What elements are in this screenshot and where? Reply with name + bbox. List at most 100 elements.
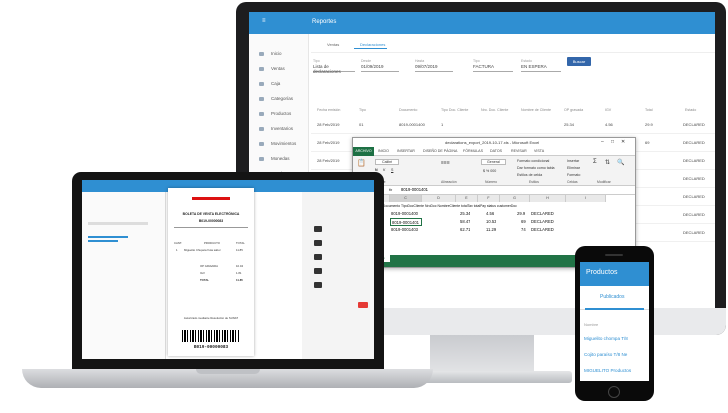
doc-type-select[interactable]: FACTURA: [473, 64, 513, 72]
barcode: [182, 330, 240, 342]
cell-g3[interactable]: 69: [521, 218, 526, 226]
share-icon[interactable]: [314, 254, 322, 260]
type-select[interactable]: Lista de declaraciones: [313, 64, 355, 74]
col-header-d[interactable]: D: [422, 195, 456, 202]
cell-e4[interactable]: 62.71: [460, 226, 470, 234]
company-logo: [192, 197, 230, 200]
conditional-format-button[interactable]: Formato condicional: [517, 159, 549, 163]
search-field[interactable]: [88, 222, 148, 225]
cell-status: DECLARED: [683, 176, 705, 181]
to-date-field[interactable]: 09/07/2019: [415, 64, 453, 72]
cell-h4[interactable]: DECLARED: [531, 226, 554, 234]
cell-styles-button[interactable]: Estilos de celda: [517, 173, 542, 177]
action-button[interactable]: [358, 302, 368, 308]
tab-insertar[interactable]: INSERTAR: [397, 149, 415, 153]
list-item[interactable]: MIGUELITO Productos: [584, 368, 631, 373]
print-icon[interactable]: [314, 226, 322, 232]
col-header-g[interactable]: G: [500, 195, 530, 202]
cell-f2[interactable]: 4.56: [486, 210, 494, 218]
paste-icon[interactable]: 📋: [357, 159, 366, 167]
sidebar-item-movimientos[interactable]: Movimientos: [271, 141, 296, 146]
tab-publicados[interactable]: Publicados: [600, 294, 624, 300]
tab-diseno[interactable]: DISEÑO DE PÁGINA: [423, 149, 457, 153]
cell-e3[interactable]: 58.47: [460, 218, 470, 226]
maximize-icon[interactable]: □: [611, 139, 614, 145]
menu-icon[interactable]: ≡: [262, 18, 266, 24]
col-header-e[interactable]: E: [456, 195, 478, 202]
cell-f4[interactable]: 11.29: [486, 226, 496, 234]
minimize-icon[interactable]: –: [601, 139, 604, 145]
search-button[interactable]: Buscar: [567, 57, 591, 66]
number-format-select[interactable]: General: [481, 159, 506, 165]
cell-status: DECLARED: [683, 122, 705, 127]
format-button[interactable]: Formato: [567, 173, 580, 177]
rotate-icon[interactable]: [314, 282, 322, 288]
insert-button[interactable]: Insertar: [567, 159, 579, 163]
format-as-table-button[interactable]: Dar formato como tabla: [517, 166, 555, 170]
cell-c4[interactable]: 8019-0001403: [391, 226, 418, 234]
tab-formulas[interactable]: FÓRMULAS: [463, 149, 483, 153]
formula-input[interactable]: 8019-0001401: [401, 187, 428, 192]
cell-g2[interactable]: 29.9: [517, 210, 525, 218]
sidebar-item-productos[interactable]: Productos: [271, 111, 291, 116]
underline-icon[interactable]: S: [391, 168, 393, 172]
sales-icon: [259, 67, 264, 71]
cell-e2[interactable]: 25.34: [460, 210, 470, 218]
italic-icon[interactable]: K: [383, 168, 385, 172]
sidebar-item-categorias[interactable]: Categorías: [271, 96, 293, 101]
sidebar-item-ventas[interactable]: Ventas: [271, 66, 285, 71]
autosum-icon[interactable]: Σ: [593, 159, 597, 165]
sidebar-item-inventarios[interactable]: Inventarios: [271, 126, 293, 131]
cell-h3[interactable]: DECLARED: [531, 218, 554, 226]
home-button[interactable]: [608, 386, 620, 398]
tab-vista[interactable]: VISTA: [534, 149, 544, 153]
sort-icon[interactable]: ⇅: [605, 159, 610, 166]
sidebar-item-inicio[interactable]: Inicio: [271, 51, 282, 56]
col-header-f[interactable]: F: [478, 195, 500, 202]
from-date-field[interactable]: 01/09/2019: [361, 64, 399, 72]
total-header: TOTAL: [236, 241, 245, 245]
stage: ≡ Reportes Inicio Ventas Caja Categorías…: [0, 0, 728, 413]
monitor-stand-neck: [430, 335, 534, 375]
cell-status: DECLARED: [683, 194, 705, 199]
sidebar-item-caja[interactable]: Caja: [271, 81, 280, 86]
cell-g4[interactable]: 74: [521, 226, 526, 234]
cell-c3[interactable]: 8019-0001401: [390, 218, 422, 226]
tab-datos[interactable]: DATOS: [490, 149, 502, 153]
download-icon[interactable]: [314, 240, 322, 246]
tab-ventas[interactable]: Ventas: [327, 42, 339, 47]
list-item[interactable]: Miguelito chompa T/8: [584, 336, 628, 341]
tab-revisar[interactable]: REVISAR: [511, 149, 527, 153]
col-header-i[interactable]: I: [566, 195, 606, 202]
table-row[interactable]: 28 Feb/2019 01 8019-0001400 1 25.34 4.56…: [311, 116, 715, 134]
reports-topbar: ≡ Reportes: [249, 12, 715, 34]
zoom-icon[interactable]: [314, 268, 322, 274]
col-header-h[interactable]: H: [530, 195, 566, 202]
font-select[interactable]: Calibri: [375, 159, 400, 165]
laptop-notch: [196, 369, 260, 374]
align-icon[interactable]: ≡≡≡: [441, 160, 450, 166]
list-item[interactable]: [88, 236, 128, 238]
close-icon[interactable]: ✕: [621, 139, 625, 145]
cell-h2[interactable]: DECLARED: [531, 210, 554, 218]
tab-inicio[interactable]: INICIO: [378, 149, 389, 153]
receipt-title: BOLETA DE VENTA ELECTRÓNICA: [182, 212, 240, 216]
col-header-c[interactable]: C: [390, 195, 422, 202]
list-item[interactable]: Cojito paraíso T/8 Ne: [584, 352, 627, 357]
hdr-documento: Documento: [382, 204, 401, 208]
total-value: 11.85: [236, 278, 243, 282]
hdr-totaltax: totalTax: [461, 204, 473, 208]
hdr-status: status: [486, 204, 496, 208]
cell-c2[interactable]: 8019-0001400: [391, 210, 418, 218]
find-icon[interactable]: 🔍: [617, 159, 624, 166]
currency-format-icon[interactable]: $ % 000: [483, 169, 496, 173]
cell-f3[interactable]: 10.53: [486, 218, 496, 226]
list-item[interactable]: [88, 240, 118, 242]
ribbon-tabs: INICIO INSERTAR DISEÑO DE PÁGINA FÓRMULA…: [353, 147, 635, 156]
delete-button[interactable]: Eliminar: [567, 166, 580, 170]
status-select[interactable]: EN ESPERA: [521, 64, 561, 72]
sidebar-item-monedas[interactable]: Monedas: [271, 156, 290, 161]
file-tab[interactable]: ARCHIVO: [353, 147, 374, 156]
tab-declaraciones[interactable]: Declaraciones: [360, 42, 385, 47]
header-row[interactable]: Fecha Tipo Documento TipoDocCliente NroD…: [365, 202, 635, 210]
